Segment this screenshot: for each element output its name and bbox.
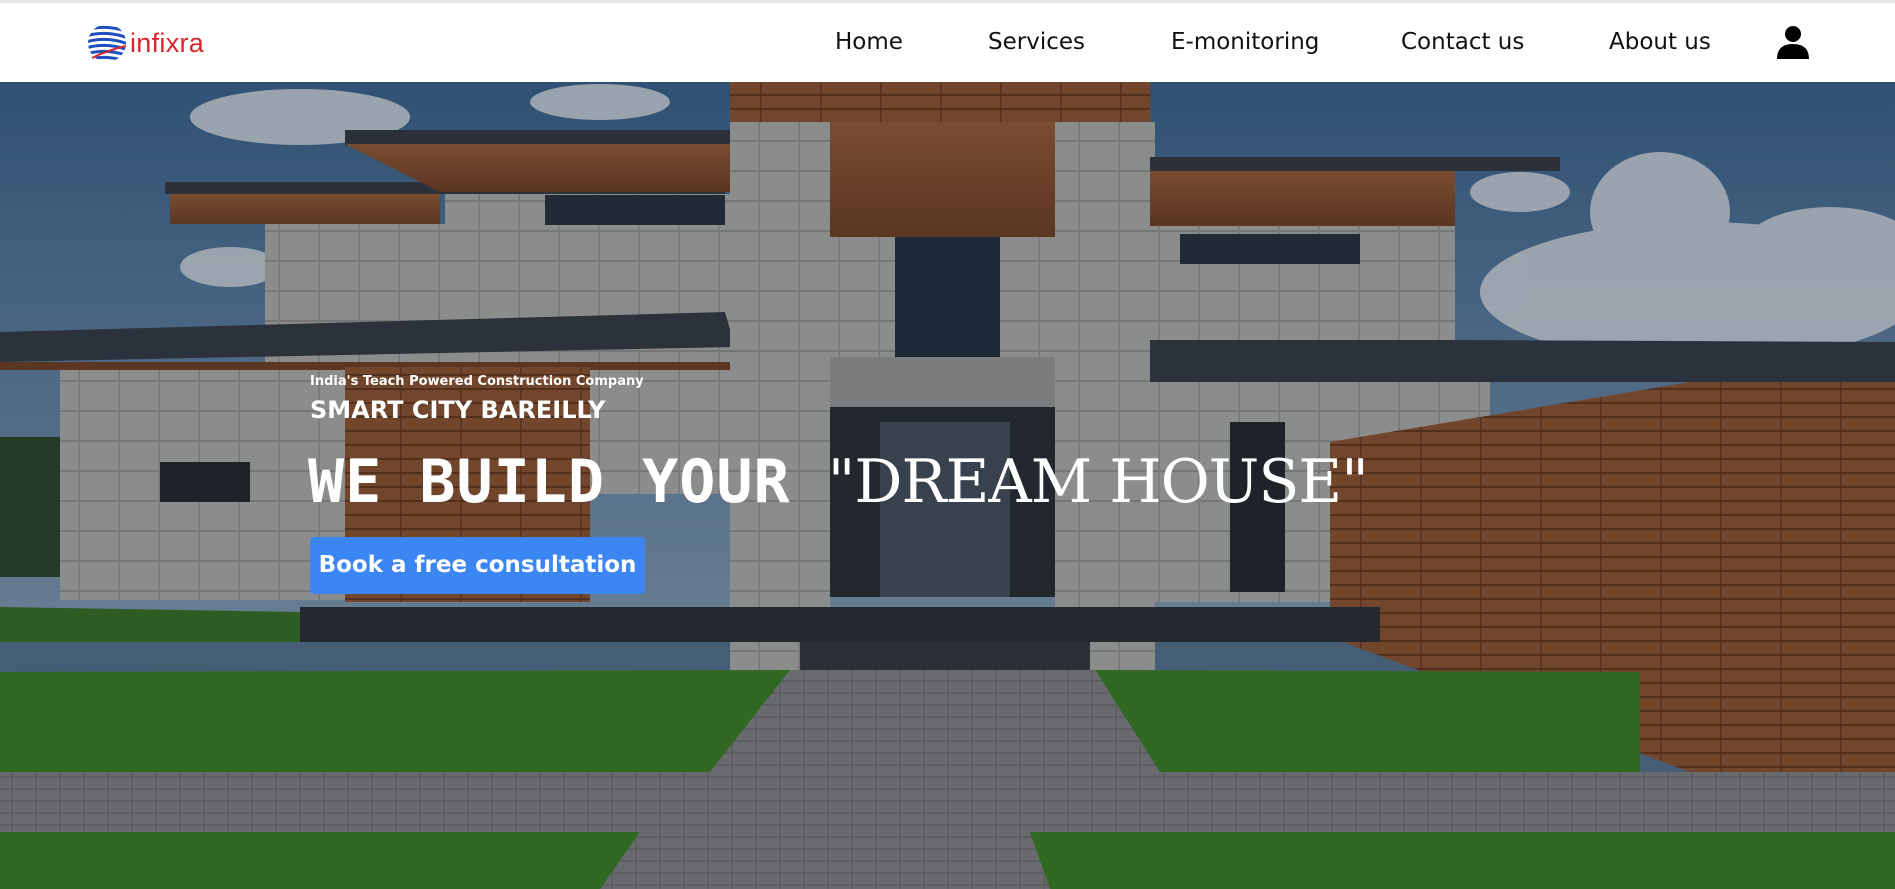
nav-home[interactable]: Home [835,29,903,55]
nav-e-monitoring[interactable]: E-monitoring [1171,29,1319,55]
hero-headline: WE BUILD YOUR "DREAM HOUSE" [308,442,1369,522]
headline-part-1: WE BUILD YOUR [308,447,828,517]
user-icon[interactable] [1776,25,1810,59]
hero-section: India's Teach Powered Construction Compa… [0,82,1895,889]
book-consultation-button[interactable]: Book a free consultation [310,537,645,594]
hero-tagline: India's Teach Powered Construction Compa… [310,374,644,389]
brand-logo[interactable]: infixra [86,22,204,64]
nav-contact-us[interactable]: Contact us [1401,29,1524,55]
brand-name: infixra [130,27,205,58]
globe-stripes-icon [88,25,127,62]
headline-part-2: "DREAM HOUSE" [827,447,1369,517]
nav-about-us[interactable]: About us [1609,29,1711,55]
nav-services[interactable]: Services [988,29,1085,55]
navbar: infixra Home Services E-monitoring Conta… [0,3,1895,82]
hero-subtitle: SMART CITY BAREILLY [310,396,606,424]
